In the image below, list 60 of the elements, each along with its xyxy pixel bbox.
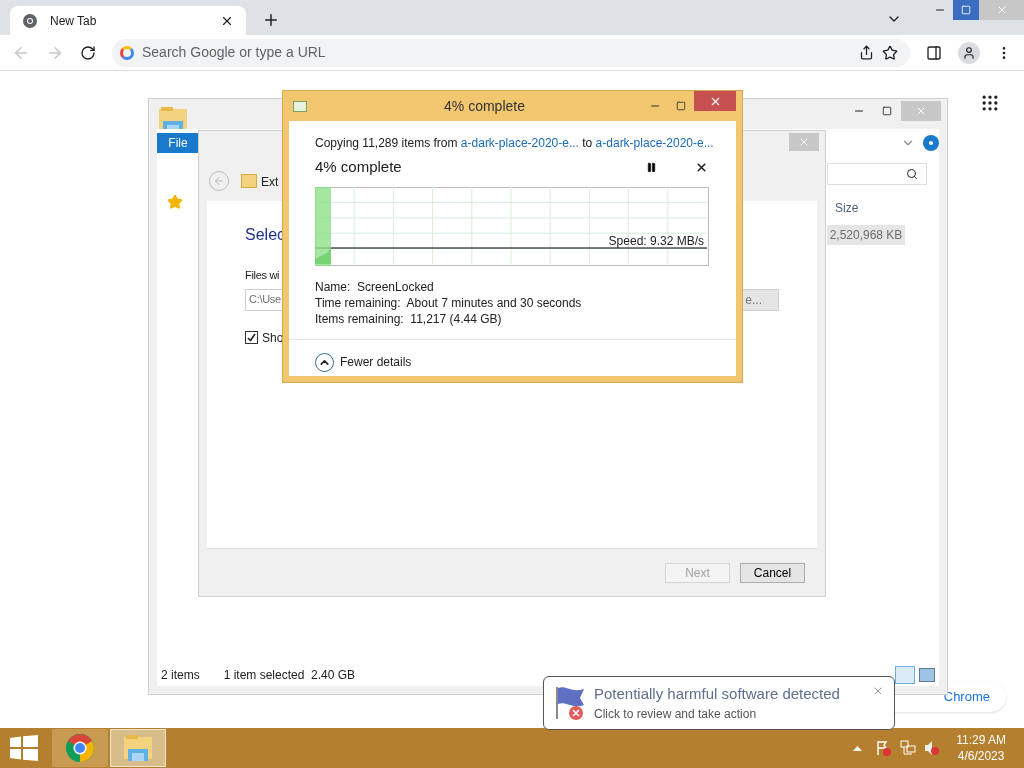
taskbar-button[interactable] — [110, 729, 166, 767]
notification-balloon[interactable]: Potentially harmful software detected Click to review and take action — [543, 676, 895, 730]
selection-status: 1 item selected 2.40 GB — [223, 667, 356, 684]
search-field[interactable] — [827, 163, 927, 185]
flag-warning-icon[interactable] — [876, 740, 893, 756]
reload-icon[interactable] — [80, 44, 96, 61]
cancel-icon[interactable] — [695, 160, 708, 174]
file-tab[interactable]: File — [157, 133, 199, 153]
column-header[interactable]: Size — [835, 199, 859, 217]
source-link[interactable]: a-dark-place-2020-e... — [460, 136, 579, 150]
folder-icon — [241, 174, 257, 188]
address-field[interactable]: Search Google or type a URL — [142, 42, 851, 63]
maximize-icon — [676, 101, 686, 111]
cancel-button[interactable]: Cancel — [740, 562, 805, 583]
checkbox[interactable] — [245, 331, 258, 344]
chrome-icon — [22, 12, 38, 29]
details-view-icon[interactable] — [895, 666, 915, 684]
item-count: 2 items — [161, 667, 200, 684]
search-icon — [906, 168, 918, 180]
google-icon — [120, 45, 134, 60]
apps-icon[interactable] — [980, 93, 1000, 113]
detail-line: Time remaining: About 7 minutes and 30 seconds — [315, 294, 583, 311]
start-icon[interactable] — [10, 735, 38, 761]
restore-button[interactable] — [953, 0, 979, 20]
maximize-icon — [882, 106, 892, 116]
chrome-icon — [64, 732, 96, 764]
up-arrow-icon[interactable] — [853, 745, 863, 751]
speaker-muted-icon[interactable] — [924, 740, 941, 756]
speed-reading: Speed: 9.32 MB/s — [608, 232, 704, 250]
notification-title: Potentially harmful software detected — [594, 683, 840, 704]
share-icon[interactable] — [859, 45, 874, 60]
clock[interactable]: 11:29 AM 4/6/2023 — [956, 732, 1006, 764]
table-cell: 2,520,968 KB — [827, 225, 905, 245]
detail-line: Name: ScreenLocked — [315, 278, 435, 295]
close-button[interactable] — [694, 91, 736, 111]
bookmark-icon[interactable] — [882, 44, 898, 61]
progress-heading: 4% complete — [315, 157, 403, 177]
close-icon — [798, 136, 810, 148]
side-panel-icon[interactable] — [926, 44, 942, 61]
notification-message: Click to review and take action — [594, 706, 758, 724]
window-title: 4% complete — [443, 96, 526, 116]
field-label: Files wi — [245, 268, 280, 283]
dialog-title: Ext — [261, 174, 279, 191]
browser-tab[interactable]: New Tab — [10, 6, 246, 35]
detail-line: Items remaining: 11,217 (4.44 GB) — [315, 310, 503, 327]
profile-icon[interactable] — [958, 41, 980, 64]
taskbar-button[interactable] — [52, 729, 108, 767]
restore-icon — [961, 5, 971, 15]
address-bar[interactable]: Search Google or type a URL — [112, 38, 910, 67]
large-icons-view-icon[interactable] — [919, 668, 935, 682]
folder-icon — [122, 733, 154, 763]
close-icon — [915, 105, 927, 117]
network-icon[interactable] — [900, 740, 917, 756]
back-icon — [213, 175, 225, 187]
star-icon — [167, 194, 183, 210]
pause-icon[interactable] — [646, 161, 657, 173]
new-tab-icon[interactable] — [262, 11, 280, 29]
destination-link[interactable]: a-dark-place-2020-e... — [595, 136, 714, 150]
toggle-label[interactable]: Fewer details — [340, 353, 412, 371]
copy-icon — [293, 100, 307, 112]
